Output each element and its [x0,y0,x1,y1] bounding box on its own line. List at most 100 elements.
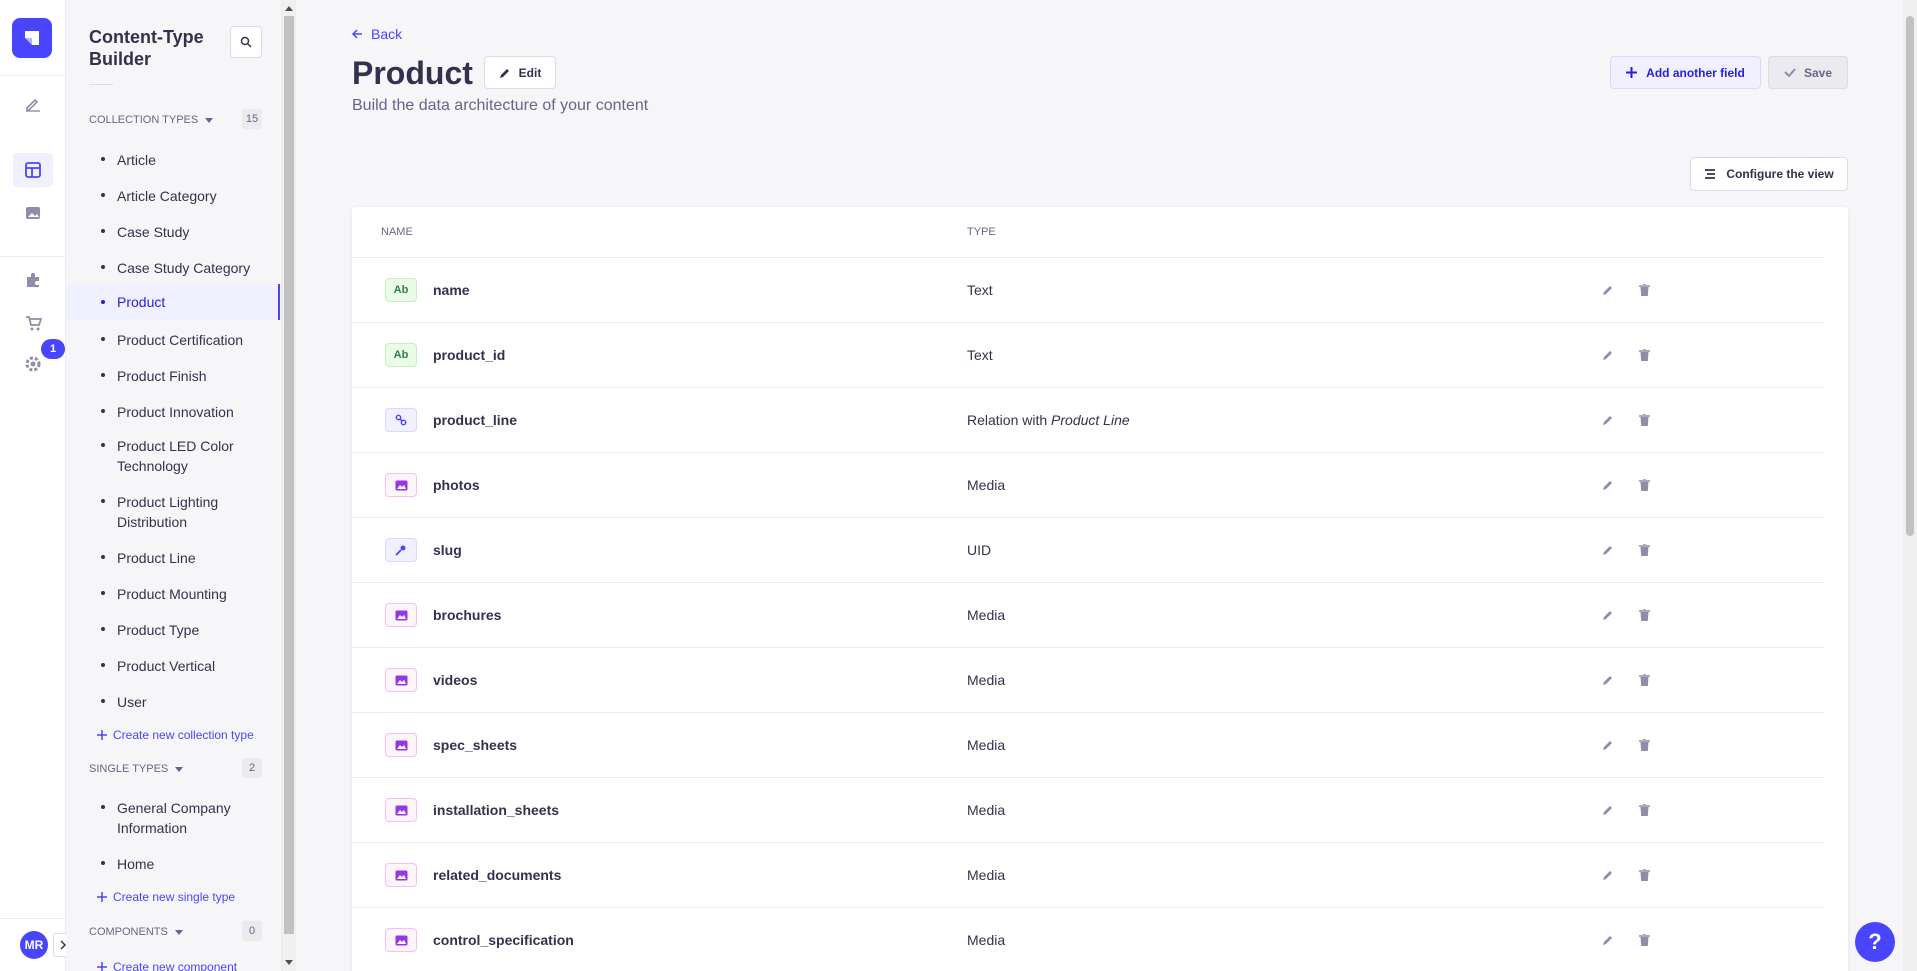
sidebar-item-case-study[interactable]: Case Study [66,222,280,242]
page-subtitle: Build the data architecture of your cont… [352,97,649,114]
cart-marketplace-icon[interactable] [13,306,53,340]
sidebar-item-product-lighting-distribution[interactable]: Product Lighting Distribution [66,492,256,532]
list-settings-icon [1705,169,1716,179]
sidebar-item-product-finish[interactable]: Product Finish [66,366,280,386]
delete-field-trash-icon[interactable] [1634,735,1654,755]
sidebar-item-product-mounting[interactable]: Product Mounting [66,584,280,604]
table-row[interactable]: slug UID [352,517,1824,582]
add-another-field-button[interactable]: Add another field [1610,56,1761,89]
media-library-icon[interactable] [13,196,53,230]
strapi-logo-icon[interactable] [12,18,52,58]
sidebar-item-product-type[interactable]: Product Type [66,620,280,640]
table-row[interactable]: Ab product_id Text [352,322,1824,387]
text-field-icon: Ab [385,343,417,367]
scrollbar-thumb[interactable] [1906,16,1914,536]
sidebar-item-case-study-category[interactable]: Case Study Category [66,258,280,278]
delete-field-trash-icon[interactable] [1634,475,1654,495]
delete-field-trash-icon[interactable] [1634,605,1654,625]
sidebar-item-product-line[interactable]: Product Line [66,548,280,568]
edit-field-pencil-icon[interactable] [1598,930,1618,950]
media-icon [385,603,417,627]
content-type-subnav: Content-Type Builder Collection Types 15… [66,0,282,971]
field-name: photos [433,477,480,493]
table-row[interactable]: control_specification Media [352,907,1824,971]
delete-field-trash-icon[interactable] [1634,800,1654,820]
section-label: Single Types [89,763,169,775]
field-name: spec_sheets [433,737,518,753]
table-row[interactable]: installation_sheets Media [352,777,1824,842]
create-single-type-link[interactable]: Create new single type [97,890,235,904]
table-row[interactable]: videos Media [352,647,1824,712]
puzzle-plugins-icon[interactable] [13,263,53,297]
collection-types-header[interactable]: Collection Types [89,114,214,126]
single-types-count: 2 [242,758,262,778]
delete-field-trash-icon[interactable] [1634,345,1654,365]
delete-field-trash-icon[interactable] [1634,865,1654,885]
configure-view-button[interactable]: Configure the view [1690,157,1848,191]
edit-field-pencil-icon[interactable] [1598,865,1618,885]
field-type: Media [967,932,1006,948]
delete-field-trash-icon[interactable] [1634,670,1654,690]
edit-field-pencil-icon[interactable] [1598,540,1618,560]
table-row[interactable]: spec_sheets Media [352,712,1824,777]
relation-icon [385,408,417,432]
field-name: control_specification [433,932,574,948]
save-button[interactable]: Save [1768,56,1848,89]
field-name: installation_sheets [433,802,560,818]
table-row[interactable]: brochures Media [352,582,1824,647]
components-header[interactable]: Components [89,926,183,938]
edit-field-pencil-icon[interactable] [1598,475,1618,495]
edit-field-pencil-icon[interactable] [1598,735,1618,755]
relation-target: Product Line [1051,412,1130,428]
sidebar-item-article[interactable]: Article [66,150,280,170]
field-type: Text [967,282,993,298]
delete-field-trash-icon[interactable] [1634,930,1654,950]
table-row[interactable]: photos Media [352,452,1824,517]
help-button[interactable]: ? [1855,922,1895,962]
delete-field-trash-icon[interactable] [1634,540,1654,560]
scroll-down-arrow-icon[interactable] [284,956,294,968]
single-types-header[interactable]: Single Types [89,763,184,775]
edit-button[interactable]: Edit [484,56,556,89]
avatar[interactable]: MR [20,931,48,959]
table-row[interactable]: related_documents Media [352,842,1824,907]
main-nav-rail: 1 MR [0,0,73,971]
sidebar-item-product-vertical[interactable]: Product Vertical [66,656,280,676]
page-scrollbar[interactable] [1903,0,1917,971]
edit-field-pencil-icon[interactable] [1598,345,1618,365]
edit-field-pencil-icon[interactable] [1598,670,1618,690]
sidebar-item-product-certification[interactable]: Product Certification [66,330,280,350]
components-count: 0 [242,921,262,941]
section-label: Collection Types [89,114,199,126]
pencil-icon [499,68,509,78]
delete-field-trash-icon[interactable] [1634,410,1654,430]
field-name: slug [433,542,462,558]
search-button[interactable] [230,26,262,58]
column-header-name: Name [381,226,413,238]
sidebar-item-article-category[interactable]: Article Category [66,186,280,206]
create-component-link[interactable]: Create new component [97,960,237,971]
edit-field-pencil-icon[interactable] [1598,800,1618,820]
sidebar-item-general-company-information[interactable]: General Company Information [66,798,256,838]
field-type: Media [967,477,1006,493]
pencil-content-icon[interactable] [13,87,53,121]
table-row[interactable]: Ab name Text [352,257,1824,322]
edit-field-pencil-icon[interactable] [1598,280,1618,300]
caret-down-icon [205,117,214,123]
sidebar-item-user[interactable]: User [66,692,280,712]
edit-field-pencil-icon[interactable] [1598,410,1618,430]
edit-field-pencil-icon[interactable] [1598,605,1618,625]
scroll-up-arrow-icon[interactable] [284,2,294,14]
sidebar-item-home[interactable]: Home [66,854,280,874]
delete-field-trash-icon[interactable] [1634,280,1654,300]
table-row[interactable]: product_line Relation with Product Line [352,387,1824,452]
sidebar-item-product-innovation[interactable]: Product Innovation [66,402,280,422]
subnav-scrollbar[interactable] [282,0,296,971]
back-link[interactable]: Back [352,26,402,42]
create-collection-type-link[interactable]: Create new collection type [97,728,254,742]
sidebar-item-product[interactable]: Product [66,284,280,320]
subnav-title: Content-Type Builder [89,27,204,69]
layout-builder-icon[interactable] [13,153,53,187]
sidebar-item-product-led-color-technology[interactable]: Product LED Color Technology [66,436,256,476]
scrollbar-thumb[interactable] [284,16,294,934]
